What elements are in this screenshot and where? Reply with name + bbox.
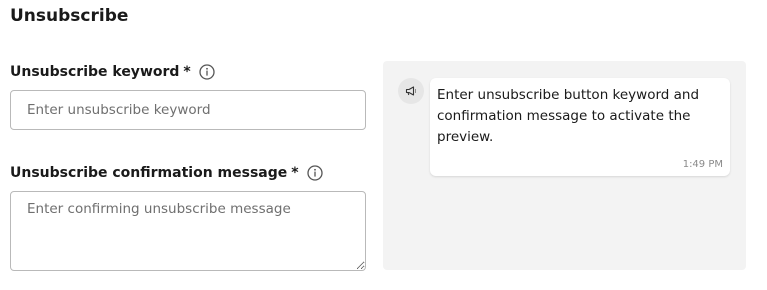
keyword-field: Unsubscribe keyword * — [10, 60, 366, 130]
required-marker: * — [183, 64, 191, 80]
confirmation-label: Unsubscribe confirmation message — [10, 165, 288, 181]
megaphone-icon — [405, 82, 417, 101]
unsubscribe-form: Unsubscribe keyword * Unsubscribe confir… — [10, 60, 366, 275]
confirmation-field: Unsubscribe confirmation message * — [10, 161, 366, 275]
preview-message-text: Enter unsubscribe button keyword and con… — [437, 87, 700, 145]
message-preview-panel: Enter unsubscribe button keyword and con… — [383, 61, 746, 270]
preview-message-bubble: Enter unsubscribe button keyword and con… — [430, 78, 730, 176]
message-timestamp: 1:49 PM — [682, 159, 723, 170]
keyword-label-row: Unsubscribe keyword * — [10, 60, 366, 84]
confirmation-message-textarea[interactable] — [10, 191, 366, 271]
info-icon[interactable] — [199, 64, 215, 80]
info-icon[interactable] — [306, 165, 323, 181]
keyword-input[interactable] — [10, 90, 366, 130]
required-marker: * — [291, 165, 299, 181]
keyword-label: Unsubscribe keyword — [10, 64, 180, 80]
avatar — [398, 78, 424, 104]
page-title: Unsubscribe — [10, 6, 129, 26]
unsubscribe-settings-page: Unsubscribe Unsubscribe keyword * Unsubs… — [0, 0, 767, 290]
confirmation-label-row: Unsubscribe confirmation message * — [10, 161, 366, 185]
